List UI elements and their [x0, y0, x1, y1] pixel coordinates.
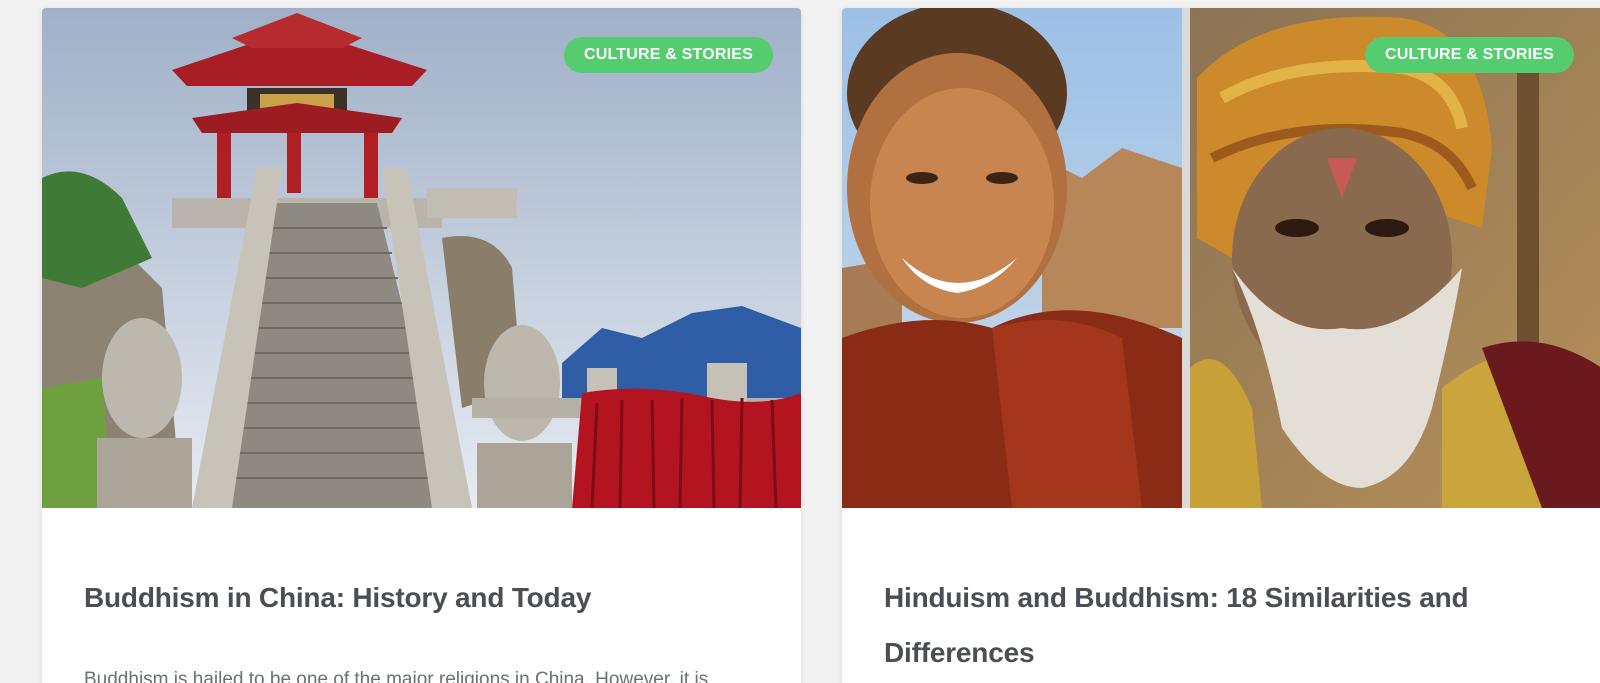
- article-cards-grid: CULTURE & STORIES Buddhism in China: His…: [0, 0, 1600, 683]
- article-title[interactable]: Hinduism and Buddhism: 18 Similarities a…: [884, 570, 1524, 680]
- portraits-illustration: [842, 8, 1600, 508]
- article-card[interactable]: CULTURE & STORIES Buddhism in China: His…: [42, 8, 801, 683]
- pagoda-illustration: [42, 8, 801, 508]
- article-excerpt: Buddhism is hailed to be one of the majo…: [84, 669, 709, 683]
- category-badge[interactable]: CULTURE & STORIES: [1364, 37, 1574, 73]
- article-image-portraits[interactable]: CULTURE & STORIES: [842, 8, 1600, 508]
- article-card[interactable]: CULTURE & STORIES Hinduism and Buddhism:…: [842, 8, 1600, 683]
- category-badge[interactable]: CULTURE & STORIES: [563, 37, 773, 73]
- article-title[interactable]: Buddhism in China: History and Today: [84, 570, 759, 625]
- article-image-pagoda[interactable]: CULTURE & STORIES: [42, 8, 801, 508]
